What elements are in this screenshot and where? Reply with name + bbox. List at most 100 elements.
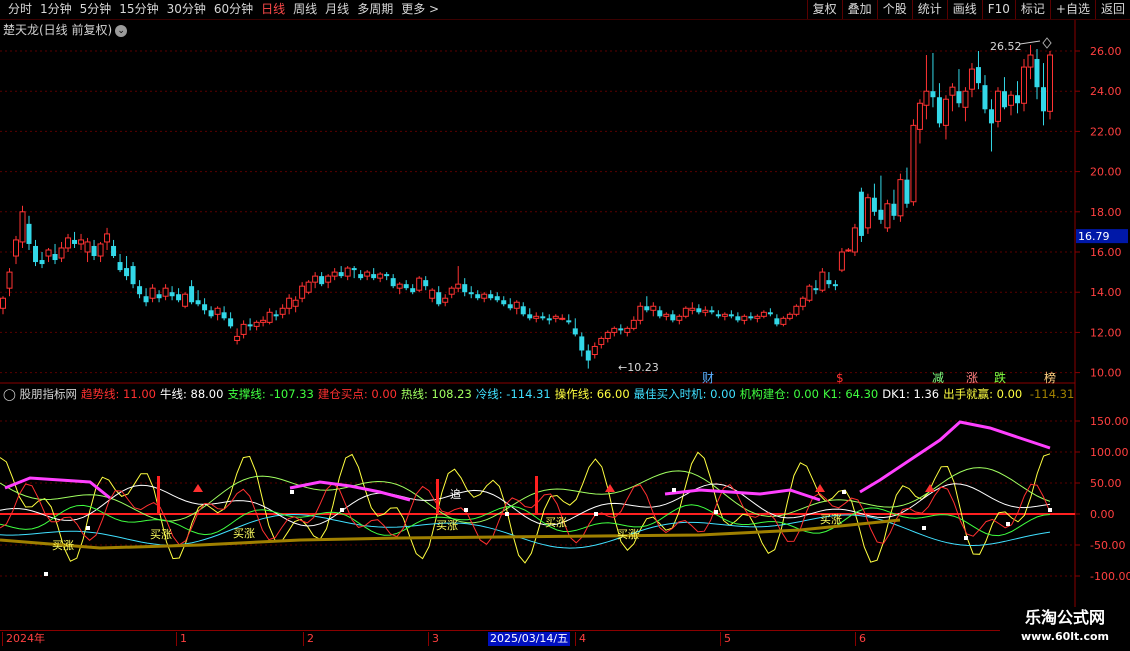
event-marker-1: $ xyxy=(836,371,844,385)
event-marker-2: 减 xyxy=(932,371,944,385)
candle-body xyxy=(176,294,182,301)
candle-body xyxy=(260,319,267,323)
candle-body xyxy=(384,274,390,277)
signal-bar-1 xyxy=(436,479,439,514)
candle-body xyxy=(52,254,58,261)
event-marker-0: 财 xyxy=(702,371,714,385)
signal-bar-2 xyxy=(535,476,538,514)
candle-body xyxy=(455,283,462,289)
indicator-title[interactable]: ◯ 股朋指标网 趋势线: 11.00 牛线: 88.00 支撑线: -107.33 建仓… xyxy=(3,387,1078,402)
candle-body xyxy=(1001,91,1007,108)
candle-body xyxy=(767,312,773,315)
signal-dot xyxy=(86,526,90,530)
candle-body xyxy=(137,286,143,295)
candle-body xyxy=(533,315,540,319)
candle-body xyxy=(19,211,26,243)
candle-body xyxy=(799,297,806,307)
candle-body xyxy=(299,285,306,299)
candle-body xyxy=(786,313,793,319)
candle-body xyxy=(572,328,578,335)
candle-body xyxy=(897,179,904,217)
candle-body xyxy=(364,271,371,277)
signal-dot xyxy=(922,526,926,530)
candle-body xyxy=(968,68,975,90)
candle-body xyxy=(793,305,800,315)
candle-body xyxy=(462,284,468,293)
candle-body xyxy=(851,227,858,253)
candle-body xyxy=(325,275,332,283)
candle-body xyxy=(84,241,91,253)
candle-body xyxy=(344,267,351,277)
price-tick-label-6: 14.00 xyxy=(1090,286,1122,299)
high-pointer xyxy=(1019,40,1041,45)
candle-body xyxy=(58,247,65,259)
candle-body xyxy=(331,271,338,277)
candle-body xyxy=(657,310,663,317)
candle-body xyxy=(864,197,871,229)
candle-body xyxy=(904,179,910,204)
candle-body xyxy=(214,307,221,315)
indicator-field-6: 操作线: 66.00 xyxy=(554,387,630,401)
kline-chart[interactable]: 26.0024.0022.0020.0018.0016.0014.0012.00… xyxy=(0,0,1130,650)
candle-body xyxy=(754,315,761,319)
candle-body xyxy=(670,314,676,321)
price-tick-label-2: 22.00 xyxy=(1090,125,1122,138)
candle-body xyxy=(416,277,423,291)
magenta-line-4 xyxy=(859,420,1051,494)
candle-body xyxy=(396,283,403,289)
candle-body xyxy=(488,294,494,299)
candle-body xyxy=(813,288,819,291)
candle-body xyxy=(566,320,572,323)
signal-dot xyxy=(1006,522,1010,526)
high-price-label: 26.52 xyxy=(990,40,1022,53)
candle-body xyxy=(878,209,884,220)
candle-body xyxy=(358,274,364,279)
candle-body xyxy=(676,315,683,321)
price-tick-label-4: 18.00 xyxy=(1090,206,1122,219)
candle-body xyxy=(624,327,631,333)
candle-body xyxy=(305,281,312,293)
price-tick-label-8: 10.00 xyxy=(1090,367,1122,380)
up-arrow-icon xyxy=(925,484,935,492)
candle-body xyxy=(618,328,624,331)
candle-body xyxy=(13,239,20,257)
candle-body xyxy=(436,292,442,305)
indicator-field-9: K1: 64.30 xyxy=(822,387,879,401)
candle-body xyxy=(956,91,962,104)
candle-body xyxy=(819,271,826,291)
chase-signal: 追 xyxy=(450,487,461,501)
candle-body xyxy=(442,297,449,303)
candle-body xyxy=(630,319,637,329)
candle-body xyxy=(97,243,104,257)
candle-body xyxy=(552,315,559,319)
signal-dot xyxy=(464,508,468,512)
candle-body xyxy=(39,260,45,265)
candle-body xyxy=(891,203,897,216)
candle-body xyxy=(468,292,474,295)
candle-body xyxy=(6,271,13,289)
indicator-field-11: 出手就赢: 0.00 xyxy=(943,387,1023,401)
event-marker-3: 涨 xyxy=(966,370,978,385)
candle-body xyxy=(182,293,189,307)
candle-body xyxy=(604,331,611,339)
buy-signal-1: 买涨 xyxy=(150,528,172,541)
candle-body xyxy=(832,284,838,287)
price-tick-label-7: 12.00 xyxy=(1090,326,1122,339)
price-tick-label-0: 26.00 xyxy=(1090,45,1122,58)
candle-body xyxy=(292,299,299,307)
buy-signal-4: 买涨 xyxy=(545,516,567,529)
candle-body xyxy=(988,109,994,124)
candle-body xyxy=(513,301,520,309)
candle-body xyxy=(741,315,748,321)
date-axis: 2024年 1 2 3 4 5 6 2025/03/14/五 xyxy=(0,630,1075,651)
signal-dot xyxy=(594,512,598,516)
candle-body xyxy=(149,287,156,299)
candle-body xyxy=(403,284,409,289)
date-tick-6: 6 xyxy=(855,632,866,646)
candle-body xyxy=(559,317,566,320)
indicator-field-1: 牛线: 88.00 xyxy=(159,387,224,401)
candle-body xyxy=(189,286,195,303)
candle-body xyxy=(728,314,734,317)
candle-body xyxy=(104,233,111,243)
buy-signal-6: 买涨 xyxy=(820,513,842,526)
